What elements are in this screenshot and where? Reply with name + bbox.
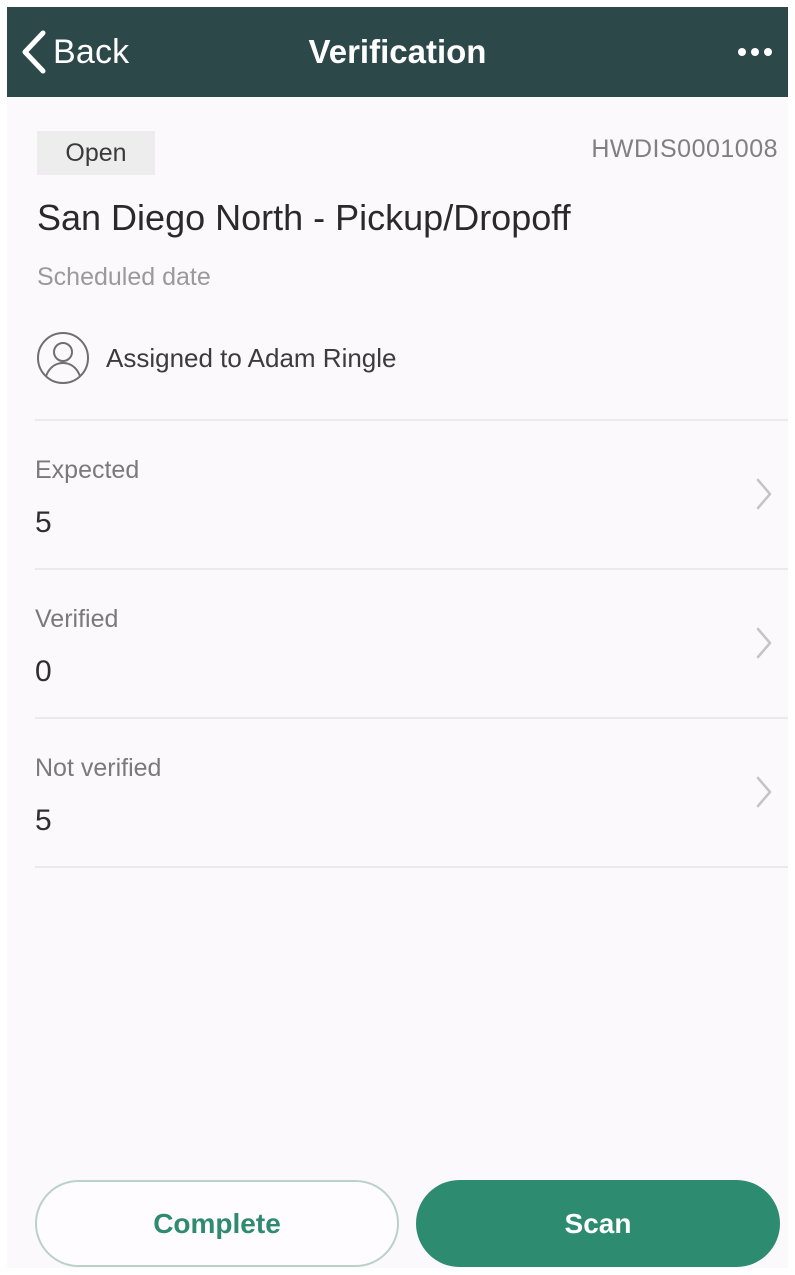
- complete-button[interactable]: Complete: [35, 1180, 399, 1267]
- chevron-right-icon: [756, 776, 772, 808]
- user-circle-icon: [37, 332, 89, 384]
- divider: [35, 866, 788, 868]
- more-options-icon[interactable]: [732, 29, 778, 75]
- stat-row-verified[interactable]: Verified 0: [7, 569, 788, 717]
- back-button-label: Back: [53, 32, 130, 71]
- stat-row-not-verified[interactable]: Not verified 5: [7, 718, 788, 866]
- stat-value: 5: [35, 506, 52, 539]
- nav-bar: Back Verification: [7, 7, 788, 97]
- more-dot: [764, 48, 772, 56]
- assignee: Assigned to Adam Ringle: [36, 331, 397, 385]
- more-dot: [738, 48, 746, 56]
- stat-value: 0: [35, 655, 52, 688]
- assignee-label: Assigned to Adam Ringle: [106, 342, 397, 373]
- chevron-left-icon: [22, 30, 46, 74]
- ticket-id: HWDIS0001008: [591, 135, 778, 163]
- status-badge: Open: [37, 131, 155, 175]
- stat-label: Expected: [35, 456, 140, 484]
- page-title: San Diego North - Pickup/Dropoff: [37, 197, 571, 238]
- chevron-right-icon: [756, 478, 772, 510]
- stat-label: Not verified: [35, 754, 162, 782]
- chevron-right-icon: [756, 627, 772, 659]
- more-dot: [751, 48, 759, 56]
- stat-row-expected[interactable]: Expected 5: [7, 420, 788, 568]
- stat-label: Verified: [35, 605, 119, 633]
- verification-screen: Back Verification Open HWDIS0001008 San …: [7, 7, 788, 1268]
- back-button[interactable]: Back: [19, 7, 129, 97]
- scan-button[interactable]: Scan: [416, 1180, 780, 1267]
- scheduled-date-label: Scheduled date: [37, 263, 211, 291]
- stat-value: 5: [35, 804, 52, 837]
